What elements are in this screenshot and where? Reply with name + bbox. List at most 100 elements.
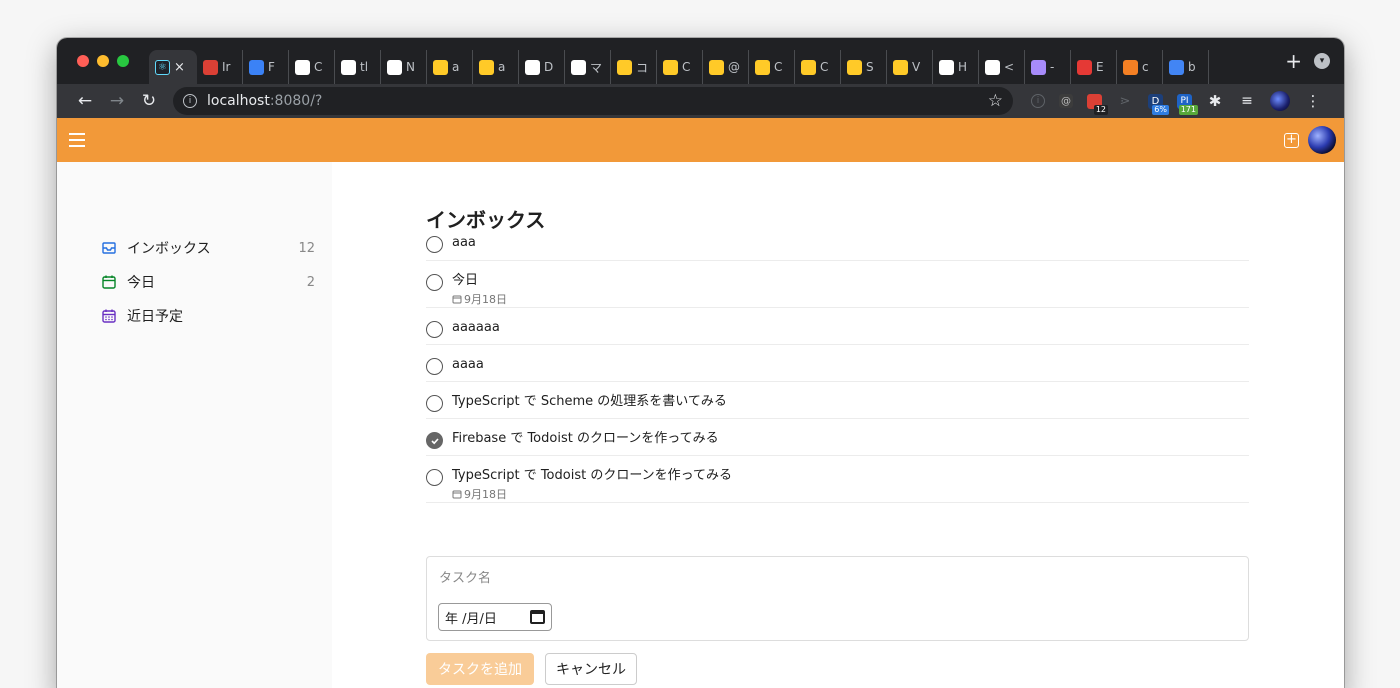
flutter-icon xyxy=(249,59,264,75)
task-content: aaaa xyxy=(452,356,484,374)
d-extension-icon[interactable]: D 6% xyxy=(1148,93,1169,115)
profile-avatar[interactable] xyxy=(1270,91,1290,111)
browser-tab[interactable]: V xyxy=(887,50,933,84)
browser-tab[interactable]: H xyxy=(933,50,979,84)
tab-search-icon[interactable]: ▾ xyxy=(1314,53,1330,69)
close-window-button[interactable] xyxy=(77,55,89,67)
task-checkbox[interactable] xyxy=(426,321,443,338)
tab-title: D xyxy=(544,60,554,74)
task-content: Firebase で Todoist のクローンを作ってみる xyxy=(452,430,719,448)
browser-tab[interactable]: c xyxy=(1117,50,1163,84)
task-checkbox[interactable] xyxy=(426,236,443,253)
browser-tab[interactable]: C xyxy=(795,50,841,84)
maximize-window-button[interactable] xyxy=(117,55,129,67)
tab-title: V xyxy=(912,60,921,74)
browser-tab[interactable]: C xyxy=(657,50,703,84)
tab-active[interactable]: ⚛ × xyxy=(149,50,197,84)
browser-tab[interactable]: Ir xyxy=(197,50,243,84)
task-checkbox[interactable] xyxy=(426,358,443,375)
browser-tab[interactable]: b xyxy=(1163,50,1209,84)
pi-extension-badge: 171 xyxy=(1178,104,1198,115)
cancel-button[interactable]: キャンセル xyxy=(545,653,637,685)
browser-tab[interactable]: a xyxy=(473,50,519,84)
browser-tab[interactable]: マ xyxy=(565,50,611,84)
tab-title: b xyxy=(1188,60,1196,74)
share-extension-icon[interactable]: ⋗ xyxy=(1116,92,1134,110)
f-icon xyxy=(571,59,586,75)
due-date-input[interactable]: 年 /月/日 xyxy=(438,603,552,631)
task-item[interactable]: TypeScript で Todoist のクローンを作ってみる 9月18日 xyxy=(426,456,1249,503)
calendar-picker-icon[interactable] xyxy=(530,610,545,624)
info-extension-icon[interactable]: i xyxy=(1031,94,1045,108)
tab-title: @ xyxy=(728,60,740,74)
pi-extension-icon[interactable]: PI 171 xyxy=(1177,93,1198,115)
zenn-icon xyxy=(525,59,540,75)
firebase-icon xyxy=(755,59,770,75)
browser-tab[interactable]: C xyxy=(749,50,795,84)
at-extension-icon[interactable]: @ xyxy=(1059,94,1073,108)
firebase-icon xyxy=(801,59,816,75)
browser-tab[interactable]: S xyxy=(841,50,887,84)
task-item[interactable]: 今日 9月18日 xyxy=(426,261,1249,308)
tab-title: N xyxy=(406,60,415,74)
task-name-input[interactable] xyxy=(439,571,1229,586)
todoist-extension-icon[interactable]: 12 xyxy=(1087,93,1108,115)
task-item[interactable]: TypeScript で Scheme の処理系を書いてみる xyxy=(426,382,1249,419)
task-item[interactable]: aaaa xyxy=(426,345,1249,382)
sidebar-item-label: 近日予定 xyxy=(127,309,183,325)
tab-title: c xyxy=(1142,60,1149,74)
reading-list-icon[interactable]: ≡ xyxy=(1238,92,1256,110)
task-checkbox-checked[interactable] xyxy=(426,432,443,449)
sidebar-item-inbox[interactable]: インボックス 12 xyxy=(101,236,315,260)
firebase-icon xyxy=(433,59,448,75)
task-item[interactable]: aaa xyxy=(426,233,1249,261)
browser-tab[interactable]: E xyxy=(1071,50,1117,84)
bookmark-star-icon[interactable]: ☆ xyxy=(988,91,1003,111)
tab-title: S xyxy=(866,60,874,74)
tab-title: < xyxy=(1004,60,1015,74)
browser-tab[interactable]: a xyxy=(427,50,473,84)
github-icon xyxy=(295,59,310,75)
zenn-icon xyxy=(985,59,1000,75)
browser-tab[interactable]: @ xyxy=(703,50,749,84)
sidebar-item-count: 2 xyxy=(306,274,315,290)
forward-icon[interactable]: → xyxy=(101,91,133,111)
puzzle-icon[interactable]: ✱ xyxy=(1206,92,1224,110)
menu-icon[interactable] xyxy=(69,133,85,147)
task-checkbox[interactable] xyxy=(426,395,443,412)
window-controls xyxy=(57,55,149,67)
back-icon[interactable]: ← xyxy=(69,91,101,111)
red-b-icon xyxy=(1077,59,1092,75)
info-icon[interactable]: i xyxy=(183,94,197,108)
add-task-icon[interactable]: + xyxy=(1284,132,1299,148)
more-menu-icon[interactable]: ⋮ xyxy=(1304,92,1322,110)
task-item[interactable]: aaaaaa xyxy=(426,308,1249,345)
task-checkbox[interactable] xyxy=(426,469,443,486)
tab-title: C xyxy=(820,60,829,74)
tab-close-icon[interactable]: × xyxy=(174,60,185,75)
task-checkbox[interactable] xyxy=(426,274,443,291)
add-task-button[interactable]: タスクを追加 xyxy=(426,653,534,685)
task-item[interactable]: Firebase で Todoist のクローンを作ってみる xyxy=(426,419,1249,456)
sidebar-item-today[interactable]: 今日 2 xyxy=(101,270,315,294)
reload-icon[interactable]: ↻ xyxy=(133,91,165,111)
address-bar[interactable]: i localhost :8080/? ☆ xyxy=(173,87,1013,115)
minimize-window-button[interactable] xyxy=(97,55,109,67)
browser-tab[interactable]: N xyxy=(381,50,427,84)
zenn-icon xyxy=(939,59,954,75)
rocket-icon xyxy=(1031,59,1046,75)
browser-tab[interactable]: F xyxy=(243,50,289,84)
browser-toolbar: ← → ↻ i localhost :8080/? ☆ i @ 12 ⋗ D 6… xyxy=(57,84,1344,118)
sidebar-item-label: 今日 xyxy=(127,275,155,291)
browser-tab[interactable]: < xyxy=(979,50,1025,84)
browser-tab[interactable]: コ xyxy=(611,50,657,84)
browser-tab[interactable]: D xyxy=(519,50,565,84)
user-avatar[interactable] xyxy=(1308,126,1336,154)
browser-tab[interactable]: - xyxy=(1025,50,1071,84)
browser-tab[interactable]: C xyxy=(289,50,335,84)
browser-tab[interactable]: tl xyxy=(335,50,381,84)
task-name: TypeScript で Todoist のクローンを作ってみる xyxy=(452,468,733,483)
task-date-text: 9月18日 xyxy=(464,488,507,501)
new-tab-button[interactable]: + xyxy=(1273,49,1314,73)
sidebar-item-upcoming[interactable]: 近日予定 xyxy=(101,304,315,328)
